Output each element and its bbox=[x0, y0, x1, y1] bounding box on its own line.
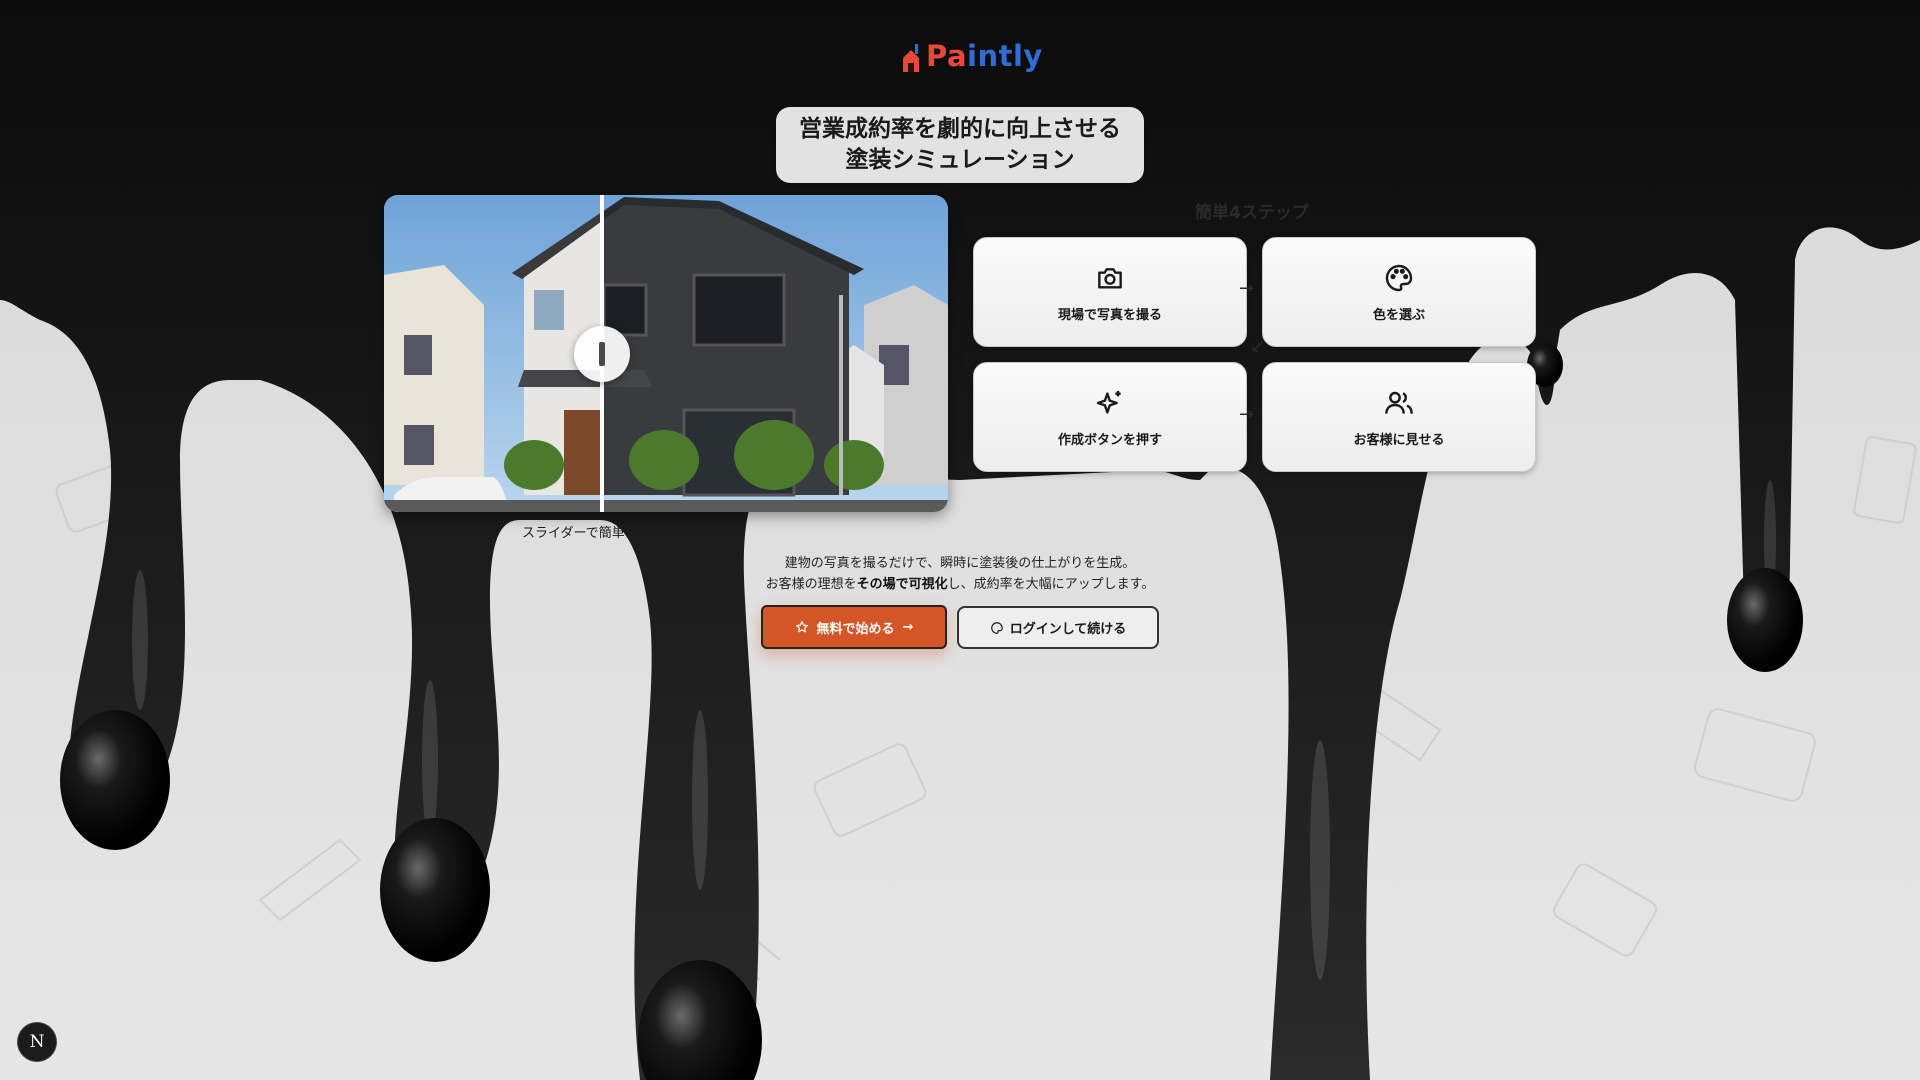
start-free-label: 無料で始める bbox=[816, 621, 895, 637]
step-label: 作成ボタンを押す bbox=[1057, 433, 1162, 448]
arrow-down-left-icon: ↙ bbox=[1250, 336, 1266, 357]
headline-line-1: 営業成約率を劇的に向上させる bbox=[799, 116, 1121, 142]
nextjs-dev-badge[interactable]: N bbox=[18, 1023, 56, 1061]
step-card-choose-color: 色を選ぶ bbox=[1262, 237, 1536, 347]
start-free-button[interactable]: 無料で始める → bbox=[761, 605, 947, 649]
description-text: お客様の理想を bbox=[765, 577, 857, 592]
step-label: 色を選ぶ bbox=[1372, 308, 1425, 323]
logo-text-prefix: Pa bbox=[926, 39, 968, 73]
house-logo-icon bbox=[900, 44, 922, 74]
grip-icon bbox=[599, 342, 605, 366]
star-icon bbox=[795, 621, 808, 633]
compare-caption: スライダーで簡単に比較できます bbox=[522, 526, 716, 541]
before-after-compare[interactable] bbox=[384, 195, 948, 512]
logo-wordmark: Paintly bbox=[926, 39, 1043, 73]
step-card-press-create: 作成ボタンを押す bbox=[973, 362, 1247, 472]
step-label: お客様に見せる bbox=[1353, 433, 1445, 448]
arrow-right-icon: → bbox=[1239, 404, 1255, 425]
description-line-2: お客様の理想をその場で可視化し、成約率を大幅にアップします。 bbox=[700, 574, 1220, 595]
logo-text-suffix: intly bbox=[967, 39, 1043, 73]
arrow-right-icon: → bbox=[902, 619, 914, 635]
login-continue-label: ログインして続ける bbox=[1009, 622, 1127, 637]
camera-icon bbox=[1098, 268, 1122, 289]
arrow-right-icon: → bbox=[1239, 278, 1255, 299]
step-label: 現場で写真を撮る bbox=[1057, 308, 1162, 323]
sparkles-icon bbox=[1096, 391, 1121, 414]
description-line-1: 建物の写真を撮るだけで、瞬時に塗装後の仕上がりを生成。 bbox=[784, 556, 1136, 571]
palette-icon bbox=[1385, 264, 1413, 292]
steps-title: 簡単4ステップ bbox=[1195, 203, 1309, 223]
login-continue-button[interactable]: ログインして続ける bbox=[957, 606, 1159, 649]
step-card-show-customer: お客様に見せる bbox=[1262, 362, 1536, 472]
brand-logo[interactable]: Paintly bbox=[900, 34, 1043, 78]
description-text: し、成約率を大幅にアップします。 bbox=[947, 577, 1155, 592]
users-icon bbox=[1385, 391, 1413, 414]
hero-description: 建物の写真を撮るだけで、瞬時に塗装後の仕上がりを生成。 お客様の理想をその場で可… bbox=[700, 553, 1220, 595]
compare-slider-handle[interactable] bbox=[574, 326, 630, 382]
headline-line-2: 塗装シミュレーション bbox=[845, 147, 1075, 173]
palette-icon bbox=[990, 621, 1003, 634]
step-card-take-photo: 現場で写真を撮る bbox=[973, 237, 1247, 347]
description-emphasis: その場で可視化 bbox=[856, 577, 948, 592]
house-photo bbox=[384, 195, 948, 512]
hero-headline: 営業成約率を劇的に向上させる 塗装シミュレーション bbox=[776, 107, 1144, 183]
